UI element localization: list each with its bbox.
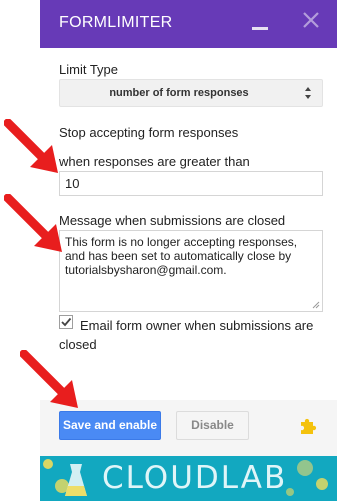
closed-message-text: This form is no longer accepting respons…: [65, 235, 298, 277]
banner-text: CLOUDLAB: [102, 460, 288, 496]
limit-type-selected-value: number of form responses: [109, 87, 249, 99]
annotation-arrow-icon: [4, 194, 62, 252]
app-title: FORMLIMITER: [59, 14, 173, 31]
sidebar-header: FORMLIMITER: [40, 0, 337, 48]
response-limit-input[interactable]: [59, 171, 323, 196]
limit-type-label: Limit Type: [59, 62, 119, 77]
threshold-label: when responses are greater than: [59, 154, 250, 169]
closed-message-textarea[interactable]: This form is no longer accepting respons…: [59, 230, 323, 312]
save-and-enable-button[interactable]: Save and enable: [59, 411, 161, 440]
disable-button[interactable]: Disable: [176, 411, 249, 440]
puzzle-icon[interactable]: [298, 416, 318, 436]
stop-accepting-heading: Stop accepting form responses: [59, 125, 239, 140]
minimize-icon[interactable]: [252, 27, 268, 30]
resize-grip-icon[interactable]: [312, 301, 320, 309]
closed-message-label: Message when submissions are closed: [59, 213, 286, 228]
formlimiter-sidebar: FORMLIMITER Limit Type number of form re…: [40, 0, 337, 501]
limit-type-select[interactable]: number of form responses: [59, 79, 323, 107]
close-icon[interactable]: [301, 10, 321, 30]
annotation-arrow-icon: [20, 350, 78, 408]
sidebar-footer: Save and enable Disable: [40, 400, 337, 456]
select-arrows-icon: [305, 87, 311, 99]
cloudlab-banner: CLOUDLAB: [40, 456, 337, 501]
email-owner-label: Email form owner when submissions are cl…: [59, 318, 314, 352]
annotation-arrow-icon: [4, 119, 58, 173]
